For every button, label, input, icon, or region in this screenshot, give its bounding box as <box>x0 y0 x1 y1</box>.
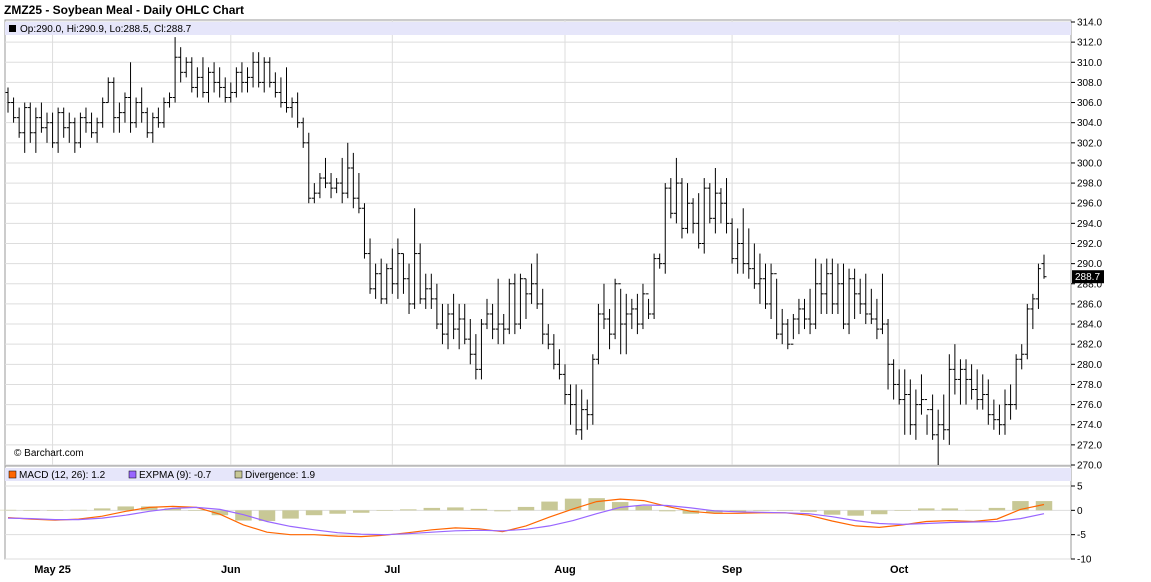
price-axis-ticks: 314.0 312.0 310.0 308.0 306.0 304.0 302.0 300.0… <box>1071 18 1102 472</box>
divergence-legend: Divergence: 1.9 <box>245 470 315 481</box>
divergence-bar <box>352 510 370 513</box>
divergence-bar <box>753 510 770 511</box>
price-tick-label: 294.0 <box>1077 219 1102 230</box>
divergence-bar <box>823 510 841 515</box>
price-tick-label: 300.0 <box>1077 158 1102 169</box>
divergence-bar <box>235 510 252 521</box>
divergence-bar <box>847 510 864 516</box>
divergence-bar <box>517 506 535 511</box>
month-label: Aug <box>554 564 575 576</box>
divergence-bar <box>494 510 511 512</box>
divergence-bar <box>70 509 87 511</box>
month-label: Oct <box>890 564 909 576</box>
price-tick-label: 296.0 <box>1077 199 1102 210</box>
ohlc-chart: Op:290.0, Hi:290.9, Lo:288.5, Cl:288.7 3… <box>0 18 1104 576</box>
price-tick-label: 286.0 <box>1077 299 1102 310</box>
divergence-bar <box>635 505 652 511</box>
divergence-bar <box>541 501 558 511</box>
last-price-marker: 288.7 <box>1072 270 1104 284</box>
price-legend: Op:290.0, Hi:290.9, Lo:288.5, Cl:288.7 <box>20 24 192 35</box>
divergence-bar <box>894 510 911 511</box>
price-tick-label: 306.0 <box>1077 98 1102 109</box>
divergence-bar <box>800 510 817 512</box>
last-price-label: 288.7 <box>1075 272 1100 283</box>
divergence-bar <box>188 510 205 511</box>
month-label: Jun <box>221 564 241 576</box>
price-tick-label: 276.0 <box>1077 400 1102 411</box>
divergence-bar <box>305 510 323 516</box>
divergence-bar <box>46 510 64 511</box>
divergence-bar <box>447 507 464 511</box>
divergence-bar <box>423 507 441 511</box>
divergence-bar <box>941 508 959 511</box>
divergence-bar <box>282 510 299 519</box>
divergence-bar <box>329 510 346 514</box>
macd-axis-ticks: 5 0 -5 -10 <box>1071 482 1092 566</box>
month-labels: May 25 Jun Jul Aug Sep Oct <box>34 564 908 576</box>
divergence-bar <box>0 509 17 511</box>
divergence-bar <box>588 498 605 511</box>
price-tick-label: 272.0 <box>1077 440 1102 451</box>
price-tick-label: 270.0 <box>1077 461 1102 472</box>
price-tick-label: 302.0 <box>1077 138 1102 149</box>
expma-legend: EXPMA (9): -0.7 <box>139 470 212 481</box>
price-tick-label: 304.0 <box>1077 118 1102 129</box>
month-label: Jul <box>384 564 400 576</box>
price-tick-label: 314.0 <box>1077 18 1102 29</box>
price-tick-label: 290.0 <box>1077 259 1102 270</box>
price-tick-label: 284.0 <box>1077 320 1102 331</box>
price-tick-label: 308.0 <box>1077 78 1102 89</box>
divergence-bar <box>965 509 982 511</box>
divergence-bar <box>470 508 488 511</box>
macd-tick-label: 5 <box>1077 482 1083 493</box>
divergence-bar <box>376 510 393 511</box>
divergence-bar <box>918 508 935 511</box>
divergence-bar <box>988 507 1006 511</box>
month-label: May 25 <box>34 564 71 576</box>
price-legend-swatch <box>9 25 16 32</box>
price-tick-label: 312.0 <box>1077 38 1102 49</box>
expma-legend-swatch <box>128 470 137 479</box>
divergence-bar <box>870 510 888 515</box>
macd-tick-label: -10 <box>1077 555 1092 566</box>
month-label: Sep <box>722 564 742 576</box>
price-tick-label: 310.0 <box>1077 58 1102 69</box>
divergence-bar <box>93 508 111 511</box>
macd-tick-label: 0 <box>1077 506 1083 517</box>
divergence-bar <box>400 509 417 511</box>
divergence-bar <box>659 510 676 512</box>
price-tick-label: 278.0 <box>1077 380 1102 391</box>
macd-tick-label: -5 <box>1077 530 1086 541</box>
price-tick-label: 298.0 <box>1077 179 1102 190</box>
price-tick-label: 274.0 <box>1077 420 1102 431</box>
macd-legend: MACD (12, 26): 1.2 <box>19 470 106 481</box>
divergence-bar <box>776 510 794 511</box>
price-tick-label: 280.0 <box>1077 360 1102 371</box>
divergence-legend-swatch <box>234 470 243 479</box>
price-tick-label: 292.0 <box>1077 239 1102 250</box>
watermark: © Barchart.com <box>14 448 84 459</box>
macd-legend-swatch <box>8 470 17 479</box>
price-tick-label: 282.0 <box>1077 340 1102 351</box>
divergence-bar <box>23 510 40 511</box>
macd-panel: MACD (12, 26): 1.2 EXPMA (9): -0.7 Diver… <box>0 465 1092 566</box>
